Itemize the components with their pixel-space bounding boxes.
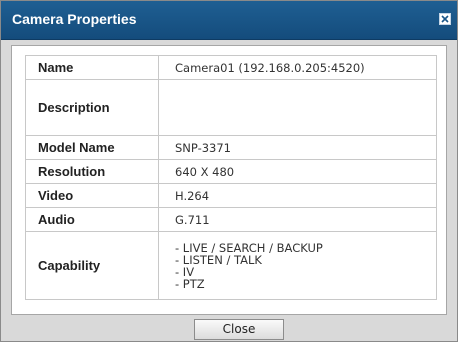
- video-value: H.264: [158, 183, 437, 208]
- capability-item: - LIVE / SEARCH / BACKUP: [175, 240, 323, 255]
- properties-panel: Name Camera01 (192.168.0.205:4520) Descr…: [11, 45, 447, 315]
- capability-value: - LIVE / SEARCH / BACKUP - LISTEN / TALK…: [158, 231, 437, 300]
- dialog-titlebar: Camera Properties: [1, 1, 457, 40]
- audio-value: G.711: [158, 207, 437, 232]
- video-label: Video: [25, 183, 159, 208]
- audio-label: Audio: [25, 207, 159, 232]
- close-icon[interactable]: [439, 13, 451, 25]
- dialog-title: Camera Properties: [12, 11, 137, 27]
- properties-table: Name Camera01 (192.168.0.205:4520) Descr…: [25, 55, 437, 300]
- row-name: Name Camera01 (192.168.0.205:4520): [25, 55, 437, 80]
- description-label: Description: [25, 79, 159, 136]
- row-resolution: Resolution 640 X 480: [25, 159, 437, 184]
- row-video: Video H.264: [25, 183, 437, 208]
- capability-list: - LIVE / SEARCH / BACKUP - LISTEN / TALK…: [175, 242, 436, 290]
- name-label: Name: [25, 55, 159, 80]
- row-audio: Audio G.711: [25, 207, 437, 232]
- capability-label: Capability: [25, 231, 159, 300]
- row-description: Description: [25, 79, 437, 136]
- name-value: Camera01 (192.168.0.205:4520): [158, 55, 437, 80]
- capability-item: - IV: [175, 264, 195, 279]
- row-model-name: Model Name SNP-3371: [25, 135, 437, 160]
- description-value: [158, 79, 437, 136]
- resolution-value: 640 X 480: [158, 159, 437, 184]
- capability-item: - PTZ: [175, 276, 205, 291]
- capability-item: - LISTEN / TALK: [175, 252, 262, 267]
- close-x-glyph: [441, 15, 449, 23]
- camera-properties-dialog: Camera Properties Name Camera01 (192.168…: [0, 0, 458, 342]
- model-name-label: Model Name: [25, 135, 159, 160]
- row-capability: Capability - LIVE / SEARCH / BACKUP - LI…: [25, 231, 437, 300]
- resolution-label: Resolution: [25, 159, 159, 184]
- model-name-value: SNP-3371: [158, 135, 437, 160]
- close-button[interactable]: Close: [194, 319, 284, 340]
